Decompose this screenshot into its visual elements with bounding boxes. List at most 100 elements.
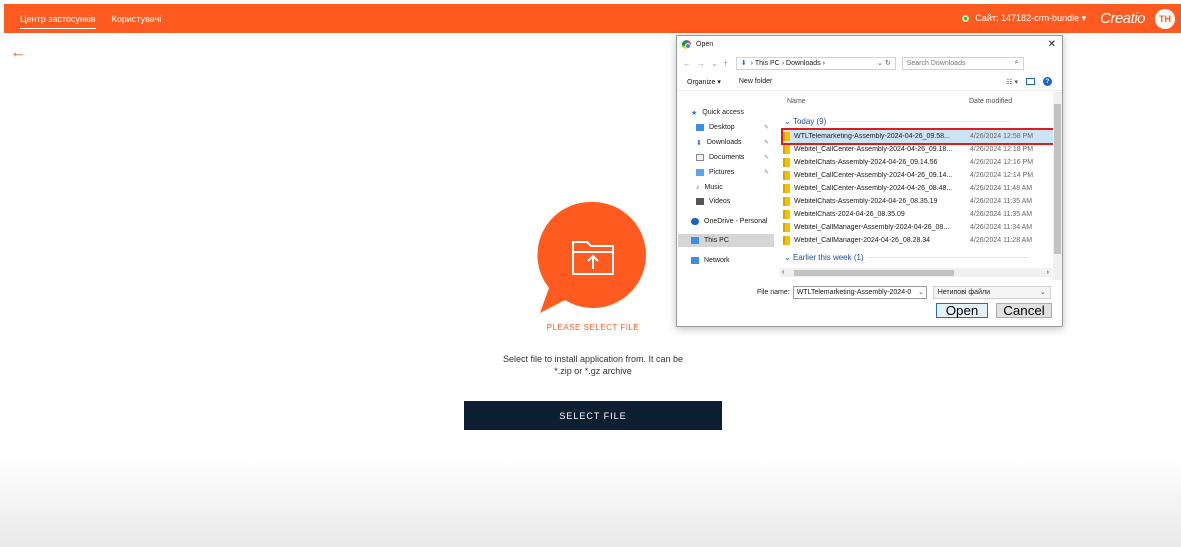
file-date: 4/26/2024 12:16 PM	[970, 159, 1034, 166]
file-name-value: WTLTelemarketing-Assembly-2024-0	[796, 288, 912, 296]
dialog-body: ★ Quick access Desktop ✎ ⬇ Downloads ✎ Docum…	[677, 92, 1062, 280]
zip-file-icon	[783, 184, 790, 193]
group-earlier-this-week[interactable]: ⌄ Earlier this week (1)	[784, 253, 1028, 262]
close-icon[interactable]: ✕	[1048, 39, 1056, 50]
address-sep: ›	[781, 59, 785, 67]
file-name: WTLTelemarketing-Assembly-2024-04-26_09.…	[794, 133, 950, 140]
file-date: 4/26/2024 12:58 PM	[970, 133, 1034, 140]
file-type-value: Нетипові файли	[937, 288, 990, 296]
zip-file-icon	[783, 132, 790, 141]
nav-documents[interactable]: Documents ✎	[696, 151, 776, 164]
file-date: 4/26/2024 11:28 AM	[970, 237, 1033, 244]
new-folder-button[interactable]: New folder	[739, 78, 772, 85]
tab-app-center[interactable]: Центр застосунків	[20, 4, 96, 33]
nav-label: Videos	[709, 198, 731, 205]
file-date: 4/26/2024 11:35 AM	[970, 198, 1033, 205]
open-button[interactable]: Open	[936, 303, 988, 318]
nav-onedrive[interactable]: OneDrive - Personal	[691, 215, 767, 228]
site-status-icon	[962, 15, 970, 22]
dialog-toolbar: Organize ▾ New folder ☷ ▾ ?	[677, 73, 1062, 91]
forward-icon[interactable]: →	[697, 59, 705, 68]
site-selector[interactable]: Сайт: 147182-crm-bundle ▾	[975, 13, 1086, 24]
nav-quick-access[interactable]: ★ Quick access	[691, 106, 744, 119]
pin-icon: ✎	[764, 125, 770, 131]
upload-folder-icon	[537, 201, 646, 313]
refresh-icon[interactable]: ⌄ ↻	[877, 59, 895, 67]
network-icon	[691, 257, 699, 264]
column-date-modified[interactable]: Date modified	[969, 98, 1012, 105]
top-bar: Центр застосунків Користувачі Сайт: 1471…	[4, 4, 1181, 33]
file-type-select[interactable]: Нетипові файли ⌄	[932, 285, 1051, 299]
nav-downloads[interactable]: ⬇ Downloads ✎	[696, 136, 776, 149]
scroll-right-icon[interactable]: ›	[1047, 269, 1052, 276]
file-row[interactable]: Webitel_CallCenter-Assembly-2024-04-26_0…	[783, 143, 1053, 156]
chevron-down-icon[interactable]: ⌄	[918, 288, 926, 296]
file-date: 4/26/2024 11:35 AM	[970, 211, 1033, 218]
group-today[interactable]: ⌄ Today (9)	[784, 117, 1011, 126]
zip-file-icon	[783, 158, 790, 167]
file-name-row: File name: WTLTelemarketing-Assembly-202…	[677, 284, 1062, 300]
nav-label: Documents	[709, 154, 745, 161]
file-date: 4/26/2024 12:18 PM	[970, 146, 1034, 153]
organize-button[interactable]: Organize ▾	[687, 78, 721, 86]
back-arrow-icon[interactable]: ←	[10, 44, 26, 62]
zip-file-icon	[783, 236, 790, 245]
file-name-input[interactable]: WTLTelemarketing-Assembly-2024-0 ⌄	[792, 285, 927, 299]
search-input[interactable]: Search Downloads ⌕	[901, 56, 1024, 70]
nav-desktop[interactable]: Desktop ✎	[696, 121, 776, 134]
group-label: Earlier this week (1)	[792, 253, 864, 262]
cancel-button[interactable]: Cancel	[996, 303, 1052, 318]
file-row[interactable]: Webitel_CallManager-Assembly-2024-04-26_…	[783, 221, 1053, 234]
address-bar[interactable]: ⬇ › This PC › Downloads › ⌄ ↻	[735, 56, 896, 70]
nav-music[interactable]: ♪ Music	[696, 181, 723, 194]
file-row[interactable]: Webitel_CallManager-2024-04-26_08.28.34 4…	[783, 234, 1053, 247]
scroll-left-icon[interactable]: ‹	[780, 269, 784, 276]
avatar[interactable]: TH	[1155, 8, 1175, 29]
address-downloads[interactable]: Downloads	[786, 60, 821, 67]
file-row[interactable]: Webitel_CallCenter-Assembly-2024-04-26_0…	[783, 169, 1053, 182]
search-icon: ⌕	[1014, 59, 1019, 66]
file-date: 4/26/2024 11:34 AM	[970, 224, 1033, 231]
nav-pictures[interactable]: Pictures ✎	[696, 166, 776, 179]
vertical-scrollbar[interactable]	[1053, 92, 1062, 280]
file-name: WebitelChats-Assembly-2024-04-26_08.35.1…	[794, 198, 938, 205]
nav-videos[interactable]: Videos	[696, 195, 730, 208]
scrollbar-thumb[interactable]	[794, 269, 955, 276]
nav-label: OneDrive - Personal	[704, 218, 768, 225]
chrome-icon	[682, 40, 691, 49]
scrollbar-thumb[interactable]	[1054, 104, 1061, 254]
help-icon[interactable]: ?	[1043, 77, 1052, 86]
chevron-down-icon: ▾	[1081, 13, 1087, 23]
file-row[interactable]: WebitelChats-Assembly-2024-04-26_09.14.5…	[783, 156, 1053, 169]
file-row[interactable]: WebitelChats-Assembly-2024-04-26_08.35.1…	[783, 195, 1053, 208]
file-row[interactable]: WebitelChats-2024-04-26_08.35.09 4/26/202…	[783, 208, 1053, 221]
pc-icon	[691, 237, 699, 244]
nav-this-pc[interactable]: This PC	[678, 234, 774, 247]
address-sep: ›	[750, 59, 753, 67]
address-row: ← → ⌄ ↑ ⬇ › This PC › Downloads › ⌄ ↻ Se…	[677, 53, 1062, 73]
horizontal-scrollbar[interactable]: ‹ ›	[780, 268, 1052, 277]
address-this-pc[interactable]: This PC	[755, 60, 780, 67]
cloud-icon	[691, 218, 699, 225]
file-date: 4/26/2024 11:48 AM	[970, 185, 1033, 192]
select-file-button[interactable]: SELECT FILE	[464, 401, 722, 430]
nav-label: Downloads	[706, 139, 742, 146]
file-row[interactable]: WTLTelemarketing-Assembly-2024-04-26_09.…	[781, 128, 1055, 145]
up-icon[interactable]: ↑	[724, 59, 728, 68]
pin-icon: ✎	[764, 140, 770, 146]
pin-icon: ✎	[764, 155, 770, 161]
file-name: Webitel_CallCenter-Assembly-2024-04-26_0…	[794, 146, 953, 153]
file-name: Webitel_CallManager-2024-04-26_08.28.34	[794, 237, 931, 244]
recent-locations-icon[interactable]: ⌄	[711, 59, 718, 68]
file-row[interactable]: Webitel_CallCenter-Assembly-2024-04-26_0…	[783, 182, 1053, 195]
group-label: Today (9)	[792, 117, 827, 126]
view-options-icon[interactable]: ☷ ▾	[1006, 78, 1018, 86]
back-icon[interactable]: ←	[683, 59, 691, 68]
download-icon: ⬇	[740, 60, 747, 67]
nav-network[interactable]: Network	[691, 254, 730, 267]
music-icon: ♪	[696, 184, 700, 191]
column-name[interactable]: Name	[787, 98, 806, 105]
tab-users[interactable]: Користувачі	[112, 4, 162, 33]
preview-pane-icon[interactable]	[1026, 78, 1035, 85]
chevron-down-icon: ⌄	[1039, 289, 1046, 296]
